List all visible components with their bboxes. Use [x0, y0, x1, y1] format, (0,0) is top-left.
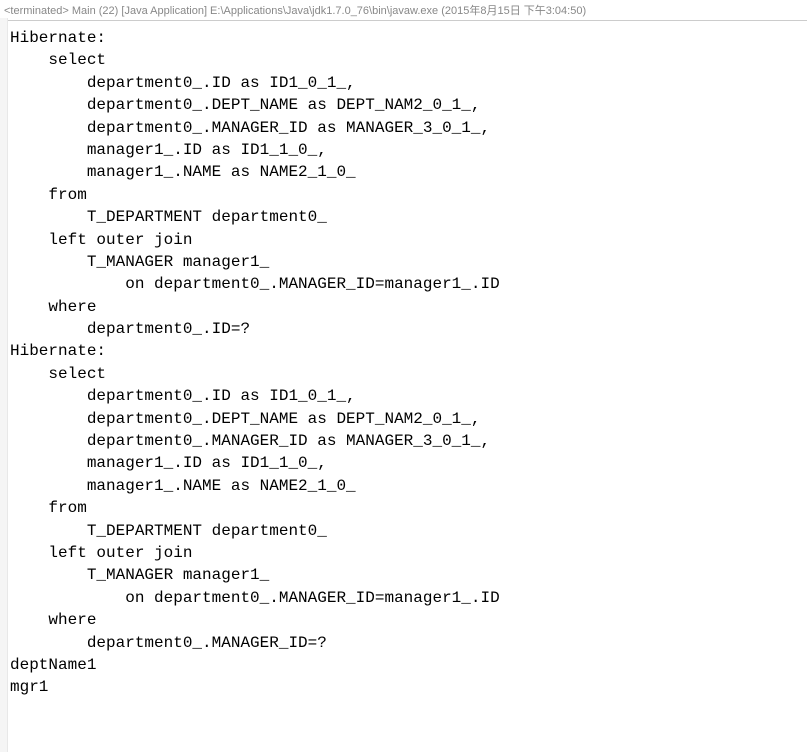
console-line: department0_.ID as ID1_0_1_, — [10, 72, 807, 94]
console-line: select — [10, 49, 807, 71]
console-line: deptName1 — [10, 654, 807, 676]
console-line: T_DEPARTMENT department0_ — [10, 520, 807, 542]
console-line: from — [10, 497, 807, 519]
console-line: department0_.MANAGER_ID=? — [10, 632, 807, 654]
console-line: on department0_.MANAGER_ID=manager1_.ID — [10, 587, 807, 609]
console-line: manager1_.NAME as NAME2_1_0_ — [10, 475, 807, 497]
console-line: department0_.MANAGER_ID as MANAGER_3_0_1… — [10, 117, 807, 139]
console-line: Hibernate: — [10, 27, 807, 49]
console-line: manager1_.ID as ID1_1_0_, — [10, 452, 807, 474]
console-line: T_DEPARTMENT department0_ — [10, 206, 807, 228]
console-line: where — [10, 296, 807, 318]
ruler-gutter — [0, 18, 8, 752]
console-line: left outer join — [10, 229, 807, 251]
console-line: mgr1 — [10, 676, 807, 698]
console-line: select — [10, 363, 807, 385]
console-line: department0_.DEPT_NAME as DEPT_NAM2_0_1_… — [10, 94, 807, 116]
console-line: left outer join — [10, 542, 807, 564]
console-line: department0_.ID as ID1_0_1_, — [10, 385, 807, 407]
console-line: department0_.ID=? — [10, 318, 807, 340]
console-line: from — [10, 184, 807, 206]
console-line: department0_.DEPT_NAME as DEPT_NAM2_0_1_… — [10, 408, 807, 430]
console-line: T_MANAGER manager1_ — [10, 251, 807, 273]
console-line: Hibernate: — [10, 340, 807, 362]
console-output[interactable]: Hibernate: select department0_.ID as ID1… — [8, 21, 807, 705]
console-line: manager1_.ID as ID1_1_0_, — [10, 139, 807, 161]
console-line: manager1_.NAME as NAME2_1_0_ — [10, 161, 807, 183]
console-line: where — [10, 609, 807, 631]
console-line: on department0_.MANAGER_ID=manager1_.ID — [10, 273, 807, 295]
console-line: department0_.MANAGER_ID as MANAGER_3_0_1… — [10, 430, 807, 452]
console-header: <terminated> Main (22) [Java Application… — [0, 0, 807, 21]
console-line: T_MANAGER manager1_ — [10, 564, 807, 586]
